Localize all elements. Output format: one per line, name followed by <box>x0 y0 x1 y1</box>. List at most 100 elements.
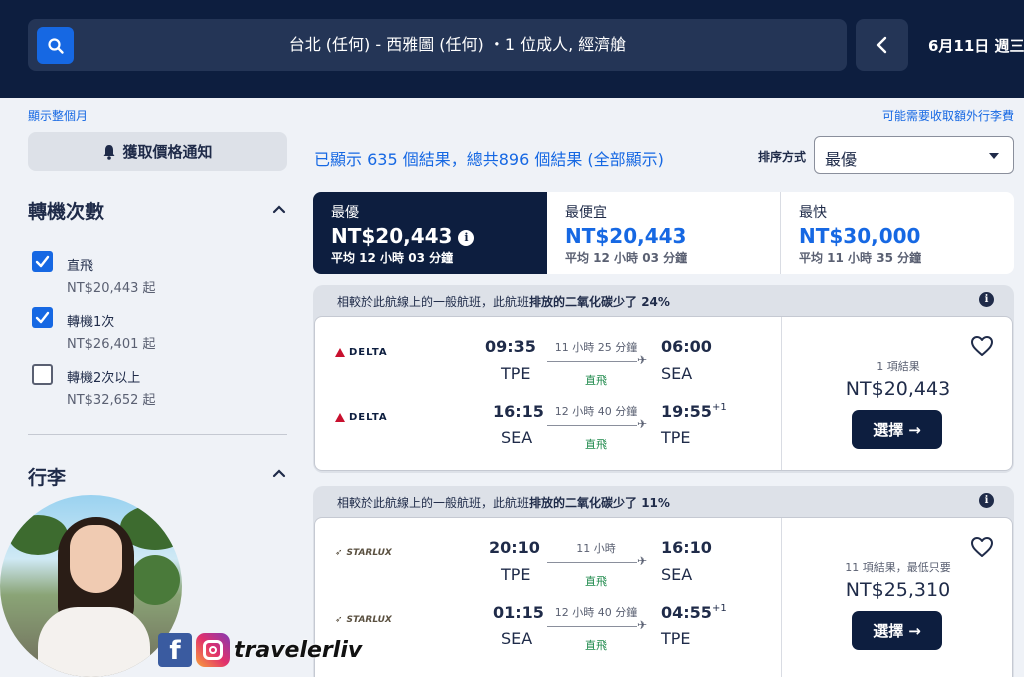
stops-info: 直飛 <box>585 438 607 451</box>
sort-tabs: 最優 NT$20,443 i 平均 12 小時 03 分鐘 最便宜 NT$20,4… <box>313 192 1014 274</box>
stops-option-label: 轉機1次 <box>67 315 115 330</box>
facebook-icon: f <box>158 633 192 667</box>
stops-option-price: NT$32,652 起 <box>67 393 156 408</box>
delta-logo-icon <box>335 413 345 422</box>
tab-title: 最優 <box>331 205 359 221</box>
select-label: 選擇 <box>873 622 904 640</box>
route-line <box>547 361 637 362</box>
stops-option-price: NT$26,401 起 <box>67 337 156 352</box>
flight-duration: 12 小時 40 分鐘 <box>554 606 638 619</box>
arrival-time: 06:00 <box>661 337 712 356</box>
departure-time: 16:15 <box>493 402 544 421</box>
results-note: 11 項結果，最低只要 <box>845 561 951 574</box>
social-watermark: f travelerliv <box>158 632 362 668</box>
search-button[interactable] <box>37 27 74 64</box>
profile-photo <box>0 495 182 677</box>
stops-info: 直飛 <box>585 575 607 588</box>
price-alert-label: 獲取價格通知 <box>122 143 213 161</box>
emissions-note: 相較於此航線上的一般航班，此航班排放的二氧化碳少了 11% <box>337 496 670 510</box>
results-note: 1 項結果 <box>876 360 920 373</box>
stops-filter-title: 轉機次數 <box>28 201 105 223</box>
stops-info: 直飛 <box>585 374 607 387</box>
previous-date-button[interactable] <box>856 19 908 71</box>
search-summary[interactable]: 台北 (任何) - 西雅圖 (任何) ・1 位成人, 經濟艙 <box>28 19 847 71</box>
tab-price: NT$20,443 i <box>331 224 547 248</box>
departure-time: 01:15 <box>493 603 544 622</box>
social-handle: travelerliv <box>234 637 363 663</box>
chevron-up-icon[interactable] <box>272 202 286 216</box>
show-whole-month-link[interactable]: 顯示整個月 <box>28 107 88 124</box>
checkmark-icon <box>35 255 50 268</box>
arrival-time: 19:55+1 <box>661 402 727 421</box>
stops-checkbox-one-stop[interactable] <box>32 307 53 328</box>
sort-value: 最優 <box>825 150 858 169</box>
results-count[interactable]: 已顯示 635 個結果，總共896 個結果 (全部顯示) <box>314 146 664 170</box>
starlux-logo-icon: ➶ <box>335 548 343 558</box>
chevron-left-icon <box>876 36 887 54</box>
departure-time: 09:35 <box>485 337 536 356</box>
plane-icon: ✈ <box>637 554 648 568</box>
plane-icon: ✈ <box>637 353 648 367</box>
tab-subtitle: 平均 11 小時 35 分鐘 <box>799 251 922 265</box>
baggage-fees-link[interactable]: 可能需要收取額外行李費 <box>882 107 1014 124</box>
arrival-airport: SEA <box>661 565 693 584</box>
select-flight-button[interactable]: 選擇 → <box>852 410 942 449</box>
tab-title: 最便宜 <box>565 205 607 221</box>
arrival-time: 04:55+1 <box>661 603 727 622</box>
departure-airport: TPE <box>501 364 531 383</box>
search-icon <box>47 37 64 54</box>
airline-logo: ➶ STARLUX <box>335 615 392 625</box>
starlux-logo-icon: ➶ <box>335 615 343 625</box>
instagram-icon <box>196 633 230 667</box>
plane-icon: ✈ <box>637 417 648 431</box>
flight-card[interactable]: DELTA 09:35 TPE 11 小時 25 分鐘 ✈ 直飛 06:00 S… <box>314 316 1013 471</box>
heart-icon[interactable] <box>970 335 994 357</box>
heart-icon[interactable] <box>970 536 994 558</box>
arrival-time: 16:10 <box>661 538 712 557</box>
arrival-airport: TPE <box>661 629 691 648</box>
info-icon[interactable]: i <box>458 230 475 246</box>
tab-best[interactable]: 最優 NT$20,443 i 平均 12 小時 03 分鐘 <box>313 192 547 274</box>
flight-duration: 11 小時 <box>576 542 616 555</box>
route-line <box>547 626 637 627</box>
arrow-right-icon: → <box>908 621 921 640</box>
select-flight-button[interactable]: 選擇 → <box>852 611 942 650</box>
plane-icon: ✈ <box>637 618 648 632</box>
dropdown-arrow-icon <box>989 153 999 159</box>
airline-logo: DELTA <box>335 347 388 358</box>
chevron-up-icon[interactable] <box>272 466 286 480</box>
price-alert-button[interactable]: 獲取價格通知 <box>28 132 287 171</box>
info-icon[interactable]: i <box>979 493 994 508</box>
stops-info: 直飛 <box>585 639 607 652</box>
stops-option-price: NT$20,443 起 <box>67 281 156 296</box>
tab-price: NT$30,000 <box>799 224 921 248</box>
flight-result: 相較於此航線上的一般航班，此航班排放的二氧化碳少了 11% i ➶ STARLUX… <box>313 486 1014 677</box>
arrival-airport: TPE <box>661 428 691 447</box>
departure-time: 20:10 <box>489 538 540 557</box>
search-query: 台北 (任何) - 西雅圖 (任何) ・1 位成人, 經濟艙 <box>288 35 627 54</box>
delta-logo-icon <box>335 348 345 357</box>
flight-duration: 12 小時 40 分鐘 <box>554 405 638 418</box>
route-line <box>547 425 637 426</box>
tab-fastest[interactable]: 最快 NT$30,000 平均 11 小時 35 分鐘 <box>781 192 1014 274</box>
arrow-right-icon: → <box>908 420 921 439</box>
tab-subtitle: 平均 12 小時 03 分鐘 <box>565 251 688 265</box>
stops-option-label: 直飛 <box>67 259 94 274</box>
flight-price: NT$25,310 <box>845 579 951 601</box>
selected-date[interactable]: 6月11日 週三 <box>928 35 1024 56</box>
stops-checkbox-nonstop[interactable] <box>32 251 53 272</box>
tab-cheapest[interactable]: 最便宜 NT$20,443 平均 12 小時 03 分鐘 <box>547 192 781 274</box>
tab-title: 最快 <box>799 205 827 221</box>
airline-logo: ➶ STARLUX <box>335 548 392 558</box>
select-label: 選擇 <box>873 421 904 439</box>
flight-card[interactable]: ➶ STARLUX 20:10 TPE 11 小時 ✈ 直飛 16:10 SEA … <box>314 517 1013 677</box>
sort-select[interactable]: 最優 <box>814 136 1014 174</box>
flight-price: NT$20,443 <box>845 378 951 400</box>
tab-subtitle: 平均 12 小時 03 分鐘 <box>331 251 454 265</box>
info-icon[interactable]: i <box>979 292 994 307</box>
stops-option-label: 轉機2次以上 <box>67 371 141 386</box>
airline-logo: DELTA <box>335 412 388 423</box>
sort-label: 排序方式 <box>758 150 807 164</box>
departure-airport: SEA <box>501 629 533 648</box>
stops-checkbox-two-plus[interactable] <box>32 364 53 385</box>
